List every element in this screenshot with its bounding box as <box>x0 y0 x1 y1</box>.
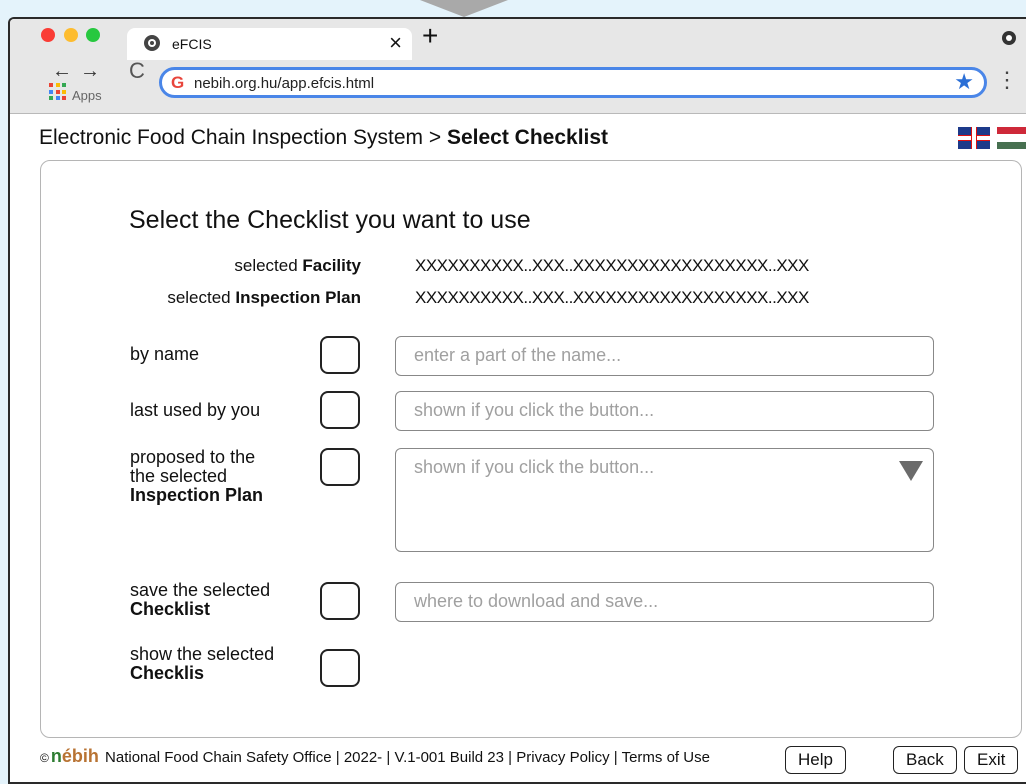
nebih-logo: nébih <box>50 746 99 766</box>
minimize-window-button[interactable] <box>64 28 78 42</box>
browser-chrome: eFCIS × + ← → C Apps G nebih.org.hu/app.… <box>10 19 1026 114</box>
facility-value: XXXXXXXXXX..XXX..XXXXXXXXXXXXXXXXXX..XXX <box>415 256 809 275</box>
proposed-label: proposed to the the selected Inspection … <box>130 447 264 505</box>
last-used-placeholder: shown if you click the button... <box>414 400 655 420</box>
name-search-placeholder: enter a part of the name... <box>414 345 622 365</box>
privacy-policy-link[interactable]: Privacy Policy <box>516 749 609 766</box>
proposed-checkbox[interactable] <box>320 448 360 486</box>
by-name-checkbox[interactable] <box>320 336 360 374</box>
help-button[interactable]: Help <box>785 746 846 774</box>
terms-of-use-link[interactable]: Terms of Use <box>622 749 710 766</box>
show-checkbox[interactable] <box>320 649 360 687</box>
maximize-window-button[interactable] <box>86 28 100 42</box>
checklist-panel: Select the Checklist you want to use sel… <box>40 160 1022 738</box>
footer: © nébih National Food Chain Safety Office… <box>40 746 710 766</box>
back-arrow-icon[interactable]: ← <box>52 60 72 83</box>
exit-button[interactable]: Exit <box>964 746 1019 774</box>
inspection-plan-value: XXXXXXXXXX..XXX..XXXXXXXXXXXXXXXXXX..XXX <box>415 288 809 307</box>
proposed-list-field[interactable]: shown if you click the button... <box>395 448 934 552</box>
last-used-label: last used by you <box>130 400 261 420</box>
breadcrumb-separator: > <box>423 126 447 149</box>
save-location-placeholder: where to download and save... <box>414 591 659 611</box>
uk-flag-icon[interactable] <box>958 127 990 149</box>
name-search-input[interactable]: enter a part of the name... <box>395 336 934 376</box>
footer-org: National Food Chain Safety Office <box>105 749 332 766</box>
favicon-icon <box>144 35 160 51</box>
page-title: Select the Checklist you want to use <box>129 206 531 234</box>
breadcrumb-page: Select Checklist <box>446 126 609 149</box>
reload-icon[interactable]: C <box>129 58 145 84</box>
breadcrumb-app[interactable]: Electronic Food Chain Inspection System <box>39 126 423 149</box>
last-used-checkbox[interactable] <box>320 391 360 429</box>
hungary-flag-icon[interactable] <box>997 127 1026 149</box>
footer-version: V.1-001 Build 23 <box>394 749 504 766</box>
close-window-button[interactable] <box>41 28 55 42</box>
forward-arrow-icon[interactable]: → <box>80 60 100 83</box>
google-icon: G <box>171 73 185 92</box>
browser-tab[interactable]: eFCIS × <box>127 28 412 60</box>
footer-year: 2022- <box>343 749 383 766</box>
url-text[interactable]: nebih.org.hu/app.efcis.html <box>194 75 374 92</box>
save-location-field[interactable]: where to download and save... <box>395 582 934 622</box>
browser-window: eFCIS × + ← → C Apps G nebih.org.hu/app.… <box>8 17 1026 784</box>
proposed-placeholder: shown if you click the button... <box>414 457 655 477</box>
menu-dots-icon[interactable]: ⋮ <box>996 69 1018 91</box>
tab-close-icon[interactable]: × <box>389 30 402 56</box>
profile-icon[interactable] <box>1002 31 1016 45</box>
save-label: save the selected Checklist <box>130 580 271 619</box>
copyright-symbol: © <box>40 751 49 765</box>
breadcrumb: Electronic Food Chain Inspection System … <box>39 126 608 150</box>
new-tab-button[interactable]: + <box>422 22 438 50</box>
address-bar[interactable]: G nebih.org.hu/app.efcis.html ★ <box>159 67 987 98</box>
back-button[interactable]: Back <box>893 746 957 774</box>
facility-label: selected Facility <box>234 256 361 275</box>
by-name-label: by name <box>130 344 200 364</box>
last-used-field[interactable]: shown if you click the button... <box>395 391 934 431</box>
show-label: show the selected Checklis <box>130 644 275 683</box>
apps-label[interactable]: Apps <box>72 88 102 103</box>
apps-grid-icon[interactable] <box>49 83 67 101</box>
top-pointer-notch <box>420 0 508 17</box>
tab-title: eFCIS <box>172 36 212 52</box>
inspection-plan-label: selected Inspection Plan <box>167 288 361 307</box>
save-checkbox[interactable] <box>320 582 360 620</box>
dropdown-triangle-icon[interactable] <box>899 461 923 481</box>
bookmark-star-icon[interactable]: ★ <box>954 69 974 95</box>
